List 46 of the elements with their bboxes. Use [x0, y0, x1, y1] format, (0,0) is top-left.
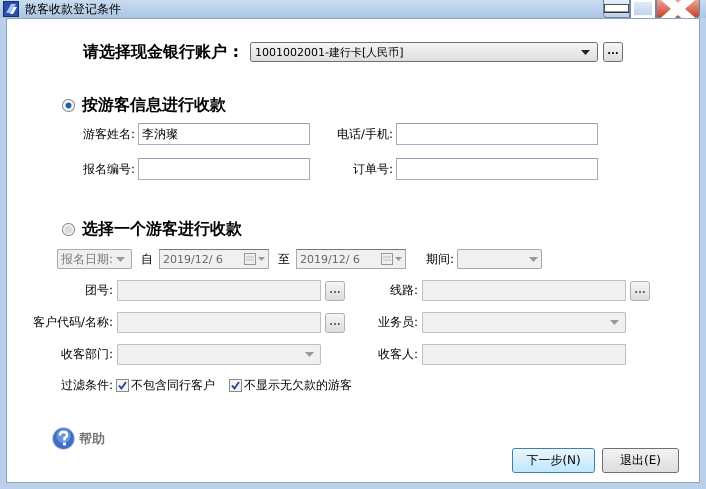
input-field[interactable]	[396, 123, 598, 145]
field-label: 报名编号:	[82, 160, 135, 178]
input-field[interactable]	[138, 158, 310, 180]
option-label: 选择一个游客进行收款	[82, 218, 242, 240]
field-label: 自	[141, 250, 153, 268]
radio-button[interactable]	[62, 222, 75, 236]
field-label: 至	[278, 250, 290, 268]
field-label: 电话/手机:	[336, 126, 393, 142]
field-label: 收客人:	[376, 346, 418, 363]
checkbox-label: 不显示无欠款的游客	[244, 376, 352, 394]
dropdown-arrow-icon	[610, 320, 619, 325]
field-label: 客户代码/名称:	[32, 314, 113, 331]
dropdown-arrow-icon	[305, 352, 314, 357]
dropdown-arrow-icon	[116, 256, 125, 262]
window-title: 散客收款登记条件	[25, 0, 122, 18]
checkbox-label: 不包含同行客户	[131, 376, 215, 394]
dialog-button[interactable]: 退出(E)	[602, 448, 679, 473]
calendar-icon	[244, 253, 266, 265]
maximize-button[interactable]	[630, 0, 656, 18]
close-button[interactable]	[656, 0, 700, 18]
dropdown-arrow-icon	[529, 256, 538, 262]
field-label: 业务员:	[376, 314, 418, 331]
input-field[interactable]	[396, 158, 598, 180]
field-label: 团号:	[84, 282, 113, 299]
account-dropdown[interactable]: 1001002001-建行卡[人民币]	[250, 42, 598, 62]
minimize-icon	[604, 4, 629, 13]
radio-button[interactable]	[62, 98, 75, 112]
input-field[interactable]: 李汭璨	[138, 123, 310, 145]
field-label: 订单号:	[352, 160, 393, 178]
field-label: 收客部门:	[60, 346, 113, 363]
checkbox[interactable]	[229, 378, 242, 392]
dropdown-arrow-icon	[581, 50, 590, 54]
field-label: 线路:	[388, 282, 418, 299]
calendar-icon	[381, 253, 403, 265]
help-link[interactable]: 帮助	[79, 430, 105, 448]
help-icon	[52, 427, 75, 450]
option-label: 按游客信息进行收款	[82, 94, 226, 116]
checkbox[interactable]	[116, 378, 129, 392]
field-label: 期间:	[426, 250, 454, 268]
dialog-button[interactable]: 下一步(N)	[512, 448, 595, 473]
filter-label: 过滤条件:	[60, 376, 113, 394]
account-label: 请选择现金银行账户 :	[83, 42, 240, 62]
period-dropdown[interactable]	[457, 249, 542, 269]
browse-button[interactable]: ...	[603, 42, 623, 62]
field-label: 游客姓名:	[82, 126, 135, 142]
minimize-button[interactable]	[603, 0, 630, 18]
